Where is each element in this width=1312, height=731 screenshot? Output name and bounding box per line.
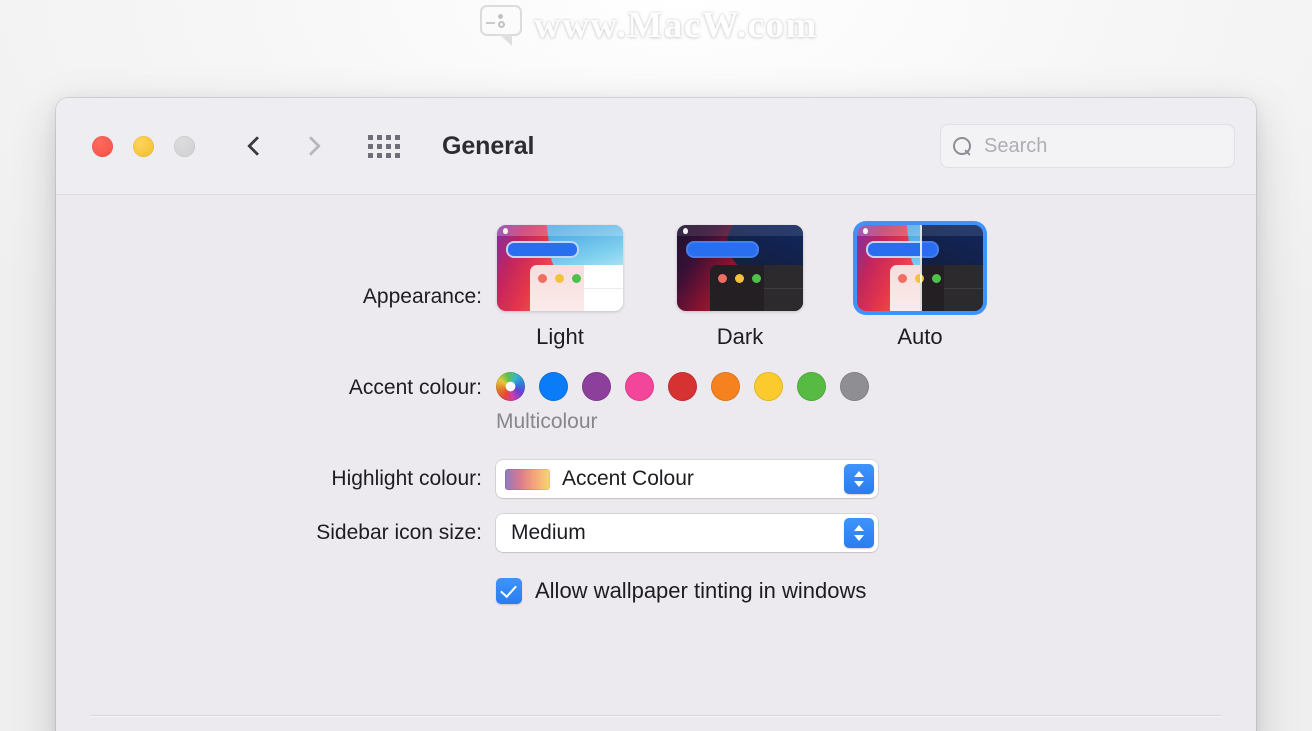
appearance-row: Appearance: Light Dark Auto — [56, 225, 1256, 350]
navigation-buttons — [247, 136, 321, 156]
accent-colour-row: Accent colour: Multicolour — [56, 372, 1256, 434]
minimize-button[interactable] — [133, 135, 154, 157]
appearance-option-auto[interactable]: Auto — [856, 225, 984, 350]
accent-swatch-purple[interactable] — [582, 372, 611, 401]
highlight-colour-value: Accent Colour — [562, 467, 694, 490]
system-preferences-window: General Search Appearance: Light Dark Au… — [56, 98, 1256, 731]
accent-swatch-orange[interactable] — [711, 372, 740, 401]
appearance-label-dark: Dark — [716, 324, 764, 349]
highlight-colour-swatch — [505, 468, 550, 490]
wallpaper-tinting-checkbox[interactable] — [496, 578, 522, 604]
section-divider — [90, 715, 1222, 716]
display-monitor-icon — [478, 4, 524, 47]
highlight-colour-stepper-icon[interactable] — [844, 464, 874, 494]
forward-chevron-icon[interactable] — [301, 136, 321, 156]
sidebar-icon-size-popup[interactable]: Medium — [496, 514, 878, 552]
window-toolbar: General Search — [56, 98, 1256, 195]
wallpaper-tinting-row: Allow wallpaper tinting in windows — [56, 578, 1256, 604]
accent-swatch-green[interactable] — [797, 372, 826, 401]
accent-swatch-graphite[interactable] — [840, 372, 869, 401]
accent-swatches — [496, 372, 869, 401]
zoom-button[interactable] — [174, 135, 195, 157]
show-all-grid-icon[interactable] — [368, 134, 400, 158]
preferences-content: Appearance: Light Dark Auto Accent colou… — [56, 195, 1256, 731]
appearance-option-light[interactable]: Light — [496, 225, 624, 350]
highlight-colour-row: Highlight colour: Accent Colour — [56, 460, 1256, 498]
sidebar-icon-size-row: Sidebar icon size: Medium — [56, 514, 1256, 552]
highlight-colour-label: Highlight colour: — [331, 467, 482, 490]
accent-swatch-pink[interactable] — [625, 372, 654, 401]
appearance-thumb-dark[interactable] — [677, 225, 803, 311]
accent-swatch-red[interactable] — [668, 372, 697, 401]
search-field[interactable]: Search — [940, 124, 1235, 168]
appearance-label-auto: Auto — [897, 324, 943, 349]
appearance-options: Light Dark Auto — [496, 225, 984, 350]
search-icon — [953, 136, 972, 156]
traffic-light-group — [92, 135, 195, 157]
sidebar-icon-size-label: Sidebar icon size: — [316, 521, 482, 544]
appearance-thumb-auto[interactable] — [857, 225, 983, 311]
sidebar-icon-size-value: Medium — [511, 521, 586, 544]
appearance-label: Appearance: — [362, 285, 482, 308]
accent-colour-label: Accent colour: — [348, 376, 482, 399]
page-title: General — [442, 131, 535, 160]
accent-swatch-yellow[interactable] — [754, 372, 783, 401]
appearance-label-light: Light — [536, 324, 584, 349]
sidebar-icon-size-stepper-icon[interactable] — [844, 518, 874, 548]
search-placeholder: Search — [984, 134, 1048, 157]
watermark-text: www.MacW.com — [534, 5, 818, 46]
watermark: www.MacW.com — [478, 4, 818, 47]
accent-swatch-blue[interactable] — [539, 372, 568, 401]
back-chevron-icon[interactable] — [247, 136, 267, 156]
accent-selected-name: Multicolour — [496, 410, 598, 433]
page-root: www.MacW.com General Search Appearance: … — [0, 0, 1312, 731]
appearance-option-dark[interactable]: Dark — [676, 225, 804, 350]
close-button[interactable] — [92, 135, 113, 157]
appearance-thumb-light[interactable] — [497, 225, 623, 311]
highlight-colour-popup[interactable]: Accent Colour — [496, 460, 878, 498]
wallpaper-tinting-checkbox-group[interactable]: Allow wallpaper tinting in windows — [496, 578, 866, 604]
accent-swatch-multicolour[interactable] — [496, 372, 525, 401]
wallpaper-tinting-label: Allow wallpaper tinting in windows — [535, 578, 867, 603]
